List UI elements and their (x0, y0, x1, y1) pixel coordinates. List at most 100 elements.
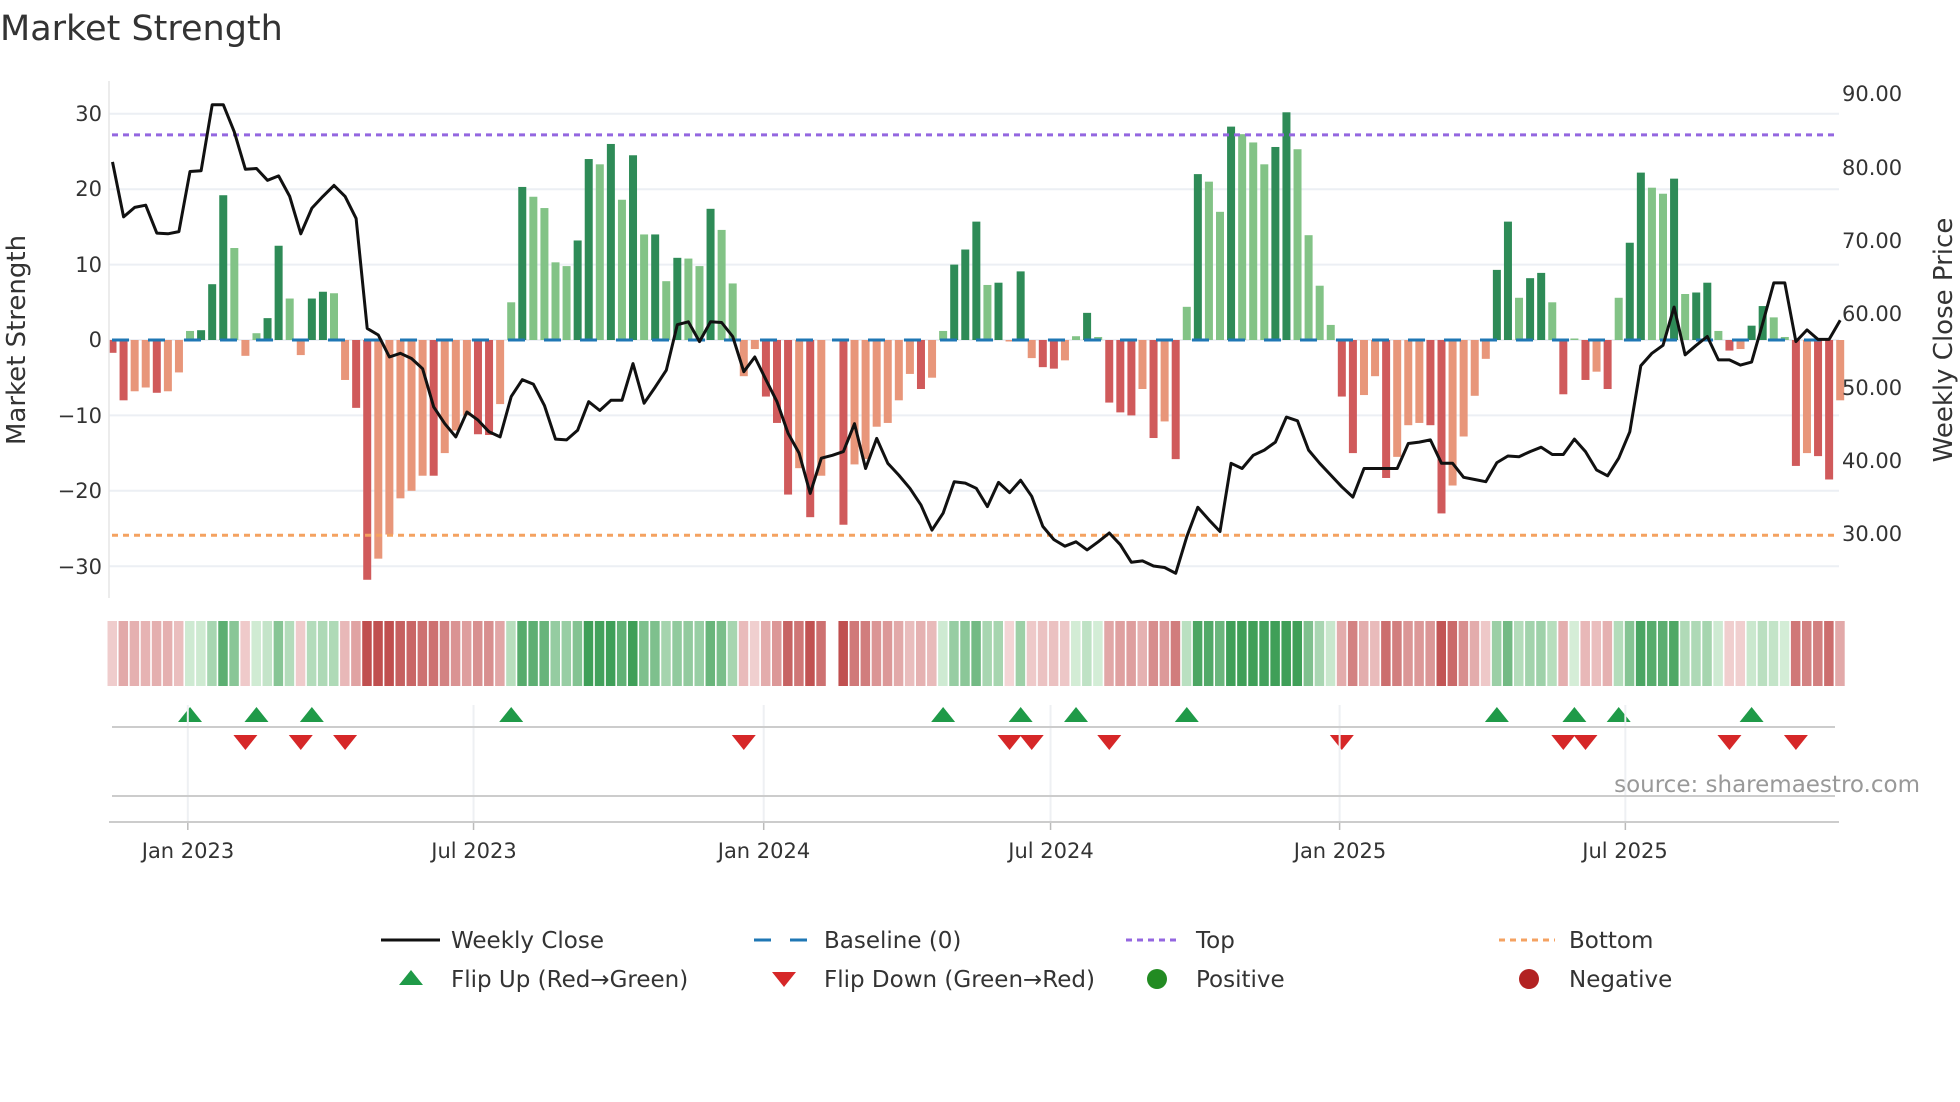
strength-cell (882, 621, 893, 686)
strength-cell (1126, 621, 1136, 686)
legend-item-bottom: Bottom (1499, 928, 1653, 954)
strength-bar (1404, 340, 1413, 426)
strength-cell (1170, 621, 1181, 686)
strength-bar (1249, 142, 1258, 340)
strength-cell (904, 621, 915, 686)
strength-bar (1227, 126, 1236, 340)
x-tick-label: Jul 2023 (429, 839, 516, 863)
strength-cell (1669, 621, 1679, 686)
flip-up-marker (178, 707, 203, 722)
strength-cell (849, 621, 860, 686)
legend-item-flip-up: Flip Up (Red→Green) (399, 967, 688, 993)
strength-bar (1238, 134, 1247, 340)
strength-cell (196, 621, 206, 686)
strength-cell (218, 621, 228, 686)
strength-cell (860, 621, 871, 686)
strength-bar (994, 282, 1003, 340)
strength-cell (1613, 621, 1624, 686)
strength-bar (1193, 174, 1202, 340)
strength-cell (927, 621, 937, 686)
strength-bar (839, 340, 848, 525)
strength-cell (1226, 621, 1236, 686)
legend-item-weekly-close: Weekly Close (381, 928, 604, 954)
strength-bar (1791, 340, 1800, 466)
y2-tick-label: 70.00 (1842, 229, 1902, 253)
strength-cell (650, 621, 660, 686)
strength-cell (694, 621, 704, 686)
strength-cell (1447, 621, 1458, 686)
strength-bar (174, 340, 183, 373)
strength-bar (1481, 340, 1490, 359)
strength-bar (1060, 340, 1069, 361)
strength-cell (229, 621, 239, 686)
strength-bar (1072, 336, 1081, 340)
strength-cell (1824, 621, 1834, 686)
strength-bar (1326, 324, 1335, 340)
strength-bar (418, 340, 427, 476)
strength-cell (173, 621, 184, 686)
strength-cell (417, 621, 428, 686)
strength-bar (1647, 187, 1656, 340)
strength-cell (993, 621, 1003, 686)
strength-cell (472, 621, 483, 686)
strength-cell (317, 621, 328, 686)
strength-bar (1802, 340, 1811, 454)
strength-cell (1491, 621, 1502, 686)
strength-cell (1658, 621, 1668, 686)
strength-bar (1559, 340, 1568, 395)
strength-bar (1171, 340, 1180, 460)
strength-bar (1049, 340, 1058, 369)
strength-cell (1037, 621, 1048, 686)
strength-bar (1769, 317, 1778, 340)
strength-cell (251, 621, 261, 686)
flip-markers (178, 707, 1808, 750)
strength-cell (915, 621, 926, 686)
strength-bar (163, 340, 172, 392)
flip-down-marker (1573, 735, 1598, 750)
y-axis-labels: 30 20 10 0 −10 −20 −30 (58, 102, 102, 579)
strength-cell (1347, 621, 1358, 686)
strength-bar (1747, 325, 1756, 340)
strength-bar (961, 249, 970, 340)
flip-down-marker (1097, 735, 1122, 750)
strength-bar (307, 298, 316, 340)
flip-up-marker (1064, 707, 1089, 722)
strength-bar (1692, 292, 1701, 340)
strength-bar (651, 234, 660, 340)
strength-bar (1625, 242, 1634, 340)
strength-cell (1458, 621, 1469, 686)
legend-label: Top (1195, 928, 1235, 954)
strength-cell (329, 621, 339, 686)
strength-bar (1083, 312, 1092, 340)
legend-item-negative: Negative (1519, 967, 1672, 993)
strength-cell (262, 621, 273, 686)
strength-cell (594, 621, 605, 686)
strength-cell (727, 621, 738, 686)
strength-bar (385, 340, 394, 535)
strength-cell (1237, 621, 1247, 686)
strength-bar (1038, 340, 1047, 368)
strength-cell (351, 621, 361, 686)
flip-up-marker (1174, 707, 1199, 722)
strength-cell (1358, 621, 1369, 686)
strength-cell (450, 621, 461, 686)
flip-up-marker (1739, 707, 1764, 722)
strength-cell (306, 621, 317, 686)
strength-cell (683, 621, 693, 686)
strength-cell (517, 621, 527, 686)
strength-bar (1515, 297, 1524, 340)
strength-cell (1502, 621, 1513, 686)
triangle-down-icon (772, 972, 796, 987)
strength-cell (1215, 621, 1225, 686)
strength-cell (1635, 621, 1646, 686)
strength-cell (550, 621, 560, 686)
strength-cell (705, 621, 716, 686)
strength-bar (1116, 340, 1125, 413)
strength-cell (1680, 621, 1690, 686)
strength-bar (496, 340, 505, 405)
strength-bar (507, 302, 516, 340)
strength-cell (273, 621, 284, 686)
strength-cell (1259, 621, 1269, 686)
strength-cell (151, 621, 162, 686)
strength-bar (1216, 211, 1224, 340)
